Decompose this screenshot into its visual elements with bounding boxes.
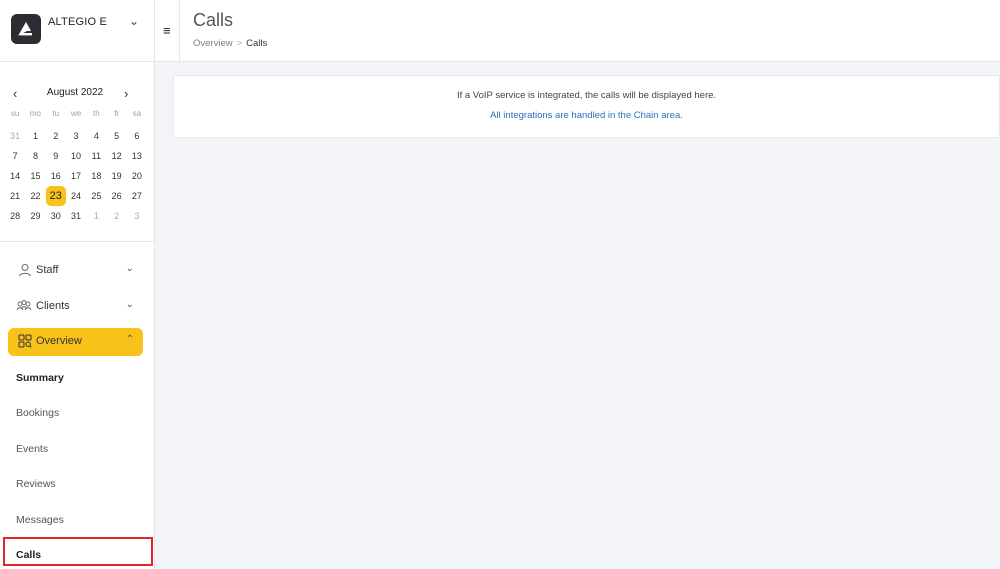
page-title: Calls <box>193 10 234 30</box>
calendar-day[interactable]: 24 <box>66 186 86 206</box>
calendar-day[interactable]: 30 <box>46 206 66 226</box>
calendar-day[interactable]: 4 <box>86 126 106 146</box>
calendar-day[interactable]: 13 <box>127 146 147 166</box>
breadcrumb-current: Calls <box>246 38 268 49</box>
calendar-weekday: fr <box>114 109 120 118</box>
calendar-day[interactable]: 1 <box>86 206 106 226</box>
calendar-day[interactable]: 31 <box>66 206 86 226</box>
sidebar-item-clients[interactable]: Clients ⌄ <box>8 293 143 321</box>
users-icon <box>16 300 32 311</box>
calendar-day[interactable]: 29 <box>25 206 45 226</box>
calendar-day[interactable]: 6 <box>127 126 147 146</box>
calendar-day[interactable]: 22 <box>25 186 45 206</box>
calendar-day[interactable]: 20 <box>127 166 147 186</box>
page-header: ≡ Calls Overview > Calls <box>155 0 1000 62</box>
calendar-day[interactable]: 28 <box>5 206 25 226</box>
company-switcher[interactable]: ALTEGIO E ⌄ <box>0 0 154 62</box>
breadcrumb-separator: > <box>236 38 243 49</box>
calendar-day[interactable]: 3 <box>66 126 86 146</box>
calendar-day[interactable]: 19 <box>106 166 126 186</box>
calendar-day[interactable]: 3 <box>127 206 147 226</box>
sidebar-item-label: Staff <box>36 264 59 276</box>
calendar-day[interactable]: 5 <box>106 126 126 146</box>
calendar-day[interactable]: 1 <box>25 126 45 146</box>
chevron-down-icon[interactable]: ⌄ <box>129 14 139 28</box>
breadcrumb: Overview > Calls <box>193 38 267 49</box>
calendar-weekday: mo <box>29 109 41 118</box>
sidebar-item-label: Overview <box>36 335 82 347</box>
calendar-weekday: th <box>93 109 100 118</box>
calendar-day[interactable]: 27 <box>127 186 147 206</box>
calendar-day[interactable]: 17 <box>66 166 86 186</box>
sidebar-subitem-events[interactable]: Events <box>16 443 48 455</box>
chevron-up-icon: ⌃ <box>125 334 134 345</box>
calendar-day[interactable]: 25 <box>86 186 106 206</box>
calendar-day[interactable]: 11 <box>86 146 106 166</box>
voip-info-text: If a VoIP service is integrated, the cal… <box>456 90 717 101</box>
breadcrumb-overview[interactable]: Overview <box>193 38 233 49</box>
calendar-day[interactable]: 10 <box>66 146 86 166</box>
hamburger-icon: ≡ <box>163 23 171 38</box>
calendar-day[interactable]: 7 <box>5 146 25 166</box>
calendar-weekday: we <box>70 109 82 118</box>
calendar-day[interactable]: 31 <box>5 126 25 146</box>
calendar-prev-button[interactable]: ‹ <box>13 86 17 101</box>
calendar-day[interactable]: 9 <box>46 146 66 166</box>
chevron-down-icon: ⌄ <box>125 263 134 274</box>
calendar-day[interactable]: 8 <box>25 146 45 166</box>
calendar-day[interactable]: 18 <box>86 166 106 186</box>
calendar-day[interactable]: 2 <box>106 206 126 226</box>
calendar-weekday: su <box>10 109 20 118</box>
calendar-weekday: sa <box>132 109 142 118</box>
company-name: ALTEGIO E <box>48 16 108 28</box>
sidebar: ALTEGIO E ⌄ ‹ August 2022 › su mo tu we th fr… <box>0 0 155 569</box>
calendar-day[interactable]: 16 <box>46 166 66 186</box>
calendar-next-button[interactable]: › <box>124 86 128 101</box>
calendar-day[interactable]: 21 <box>5 186 25 206</box>
calendar-day[interactable]: 15 <box>25 166 45 186</box>
sidebar-item-overview[interactable]: Overview ⌃ <box>8 328 143 356</box>
menu-toggle-button[interactable]: ≡ <box>155 0 180 62</box>
analytics-icon <box>18 334 32 348</box>
calendar-day[interactable]: 14 <box>5 166 25 186</box>
chain-integrations-link[interactable]: All integrations are handled in the Chai… <box>174 110 999 121</box>
sidebar-subitem-bookings[interactable]: Bookings <box>16 407 59 419</box>
calendar-month-label: August 2022 <box>46 87 104 98</box>
calendar-grid: su mo tu we th fr sa 31 1 2 3 4 5 6 7 8 9 10 11 12 13 14 15 16 1… <box>5 106 147 226</box>
sidebar-subitem-reviews[interactable]: Reviews <box>16 478 56 490</box>
calendar-day-today[interactable]: 23 <box>45 186 66 206</box>
calendar-day[interactable]: 2 <box>46 126 66 146</box>
calendar-weekday: tu <box>52 109 60 118</box>
calendar-day[interactable]: 12 <box>106 146 126 166</box>
sidebar-subitem-messages[interactable]: Messages <box>16 514 64 526</box>
mini-calendar: ‹ August 2022 › su mo tu we th fr sa 31 1 2 3 4 5 6 7 8… <box>0 62 154 242</box>
calls-empty-card: If a VoIP service is integrated, the cal… <box>173 75 1000 138</box>
user-icon <box>19 264 31 277</box>
sidebar-item-label: Clients <box>36 300 70 312</box>
sidebar-subitem-summary[interactable]: Summary <box>16 372 64 384</box>
company-logo <box>11 14 41 44</box>
sidebar-item-staff[interactable]: Staff ⌄ <box>8 257 143 285</box>
calendar-day[interactable]: 26 <box>106 186 126 206</box>
calls-highlight-box <box>3 537 153 566</box>
chevron-down-icon: ⌄ <box>125 299 134 310</box>
